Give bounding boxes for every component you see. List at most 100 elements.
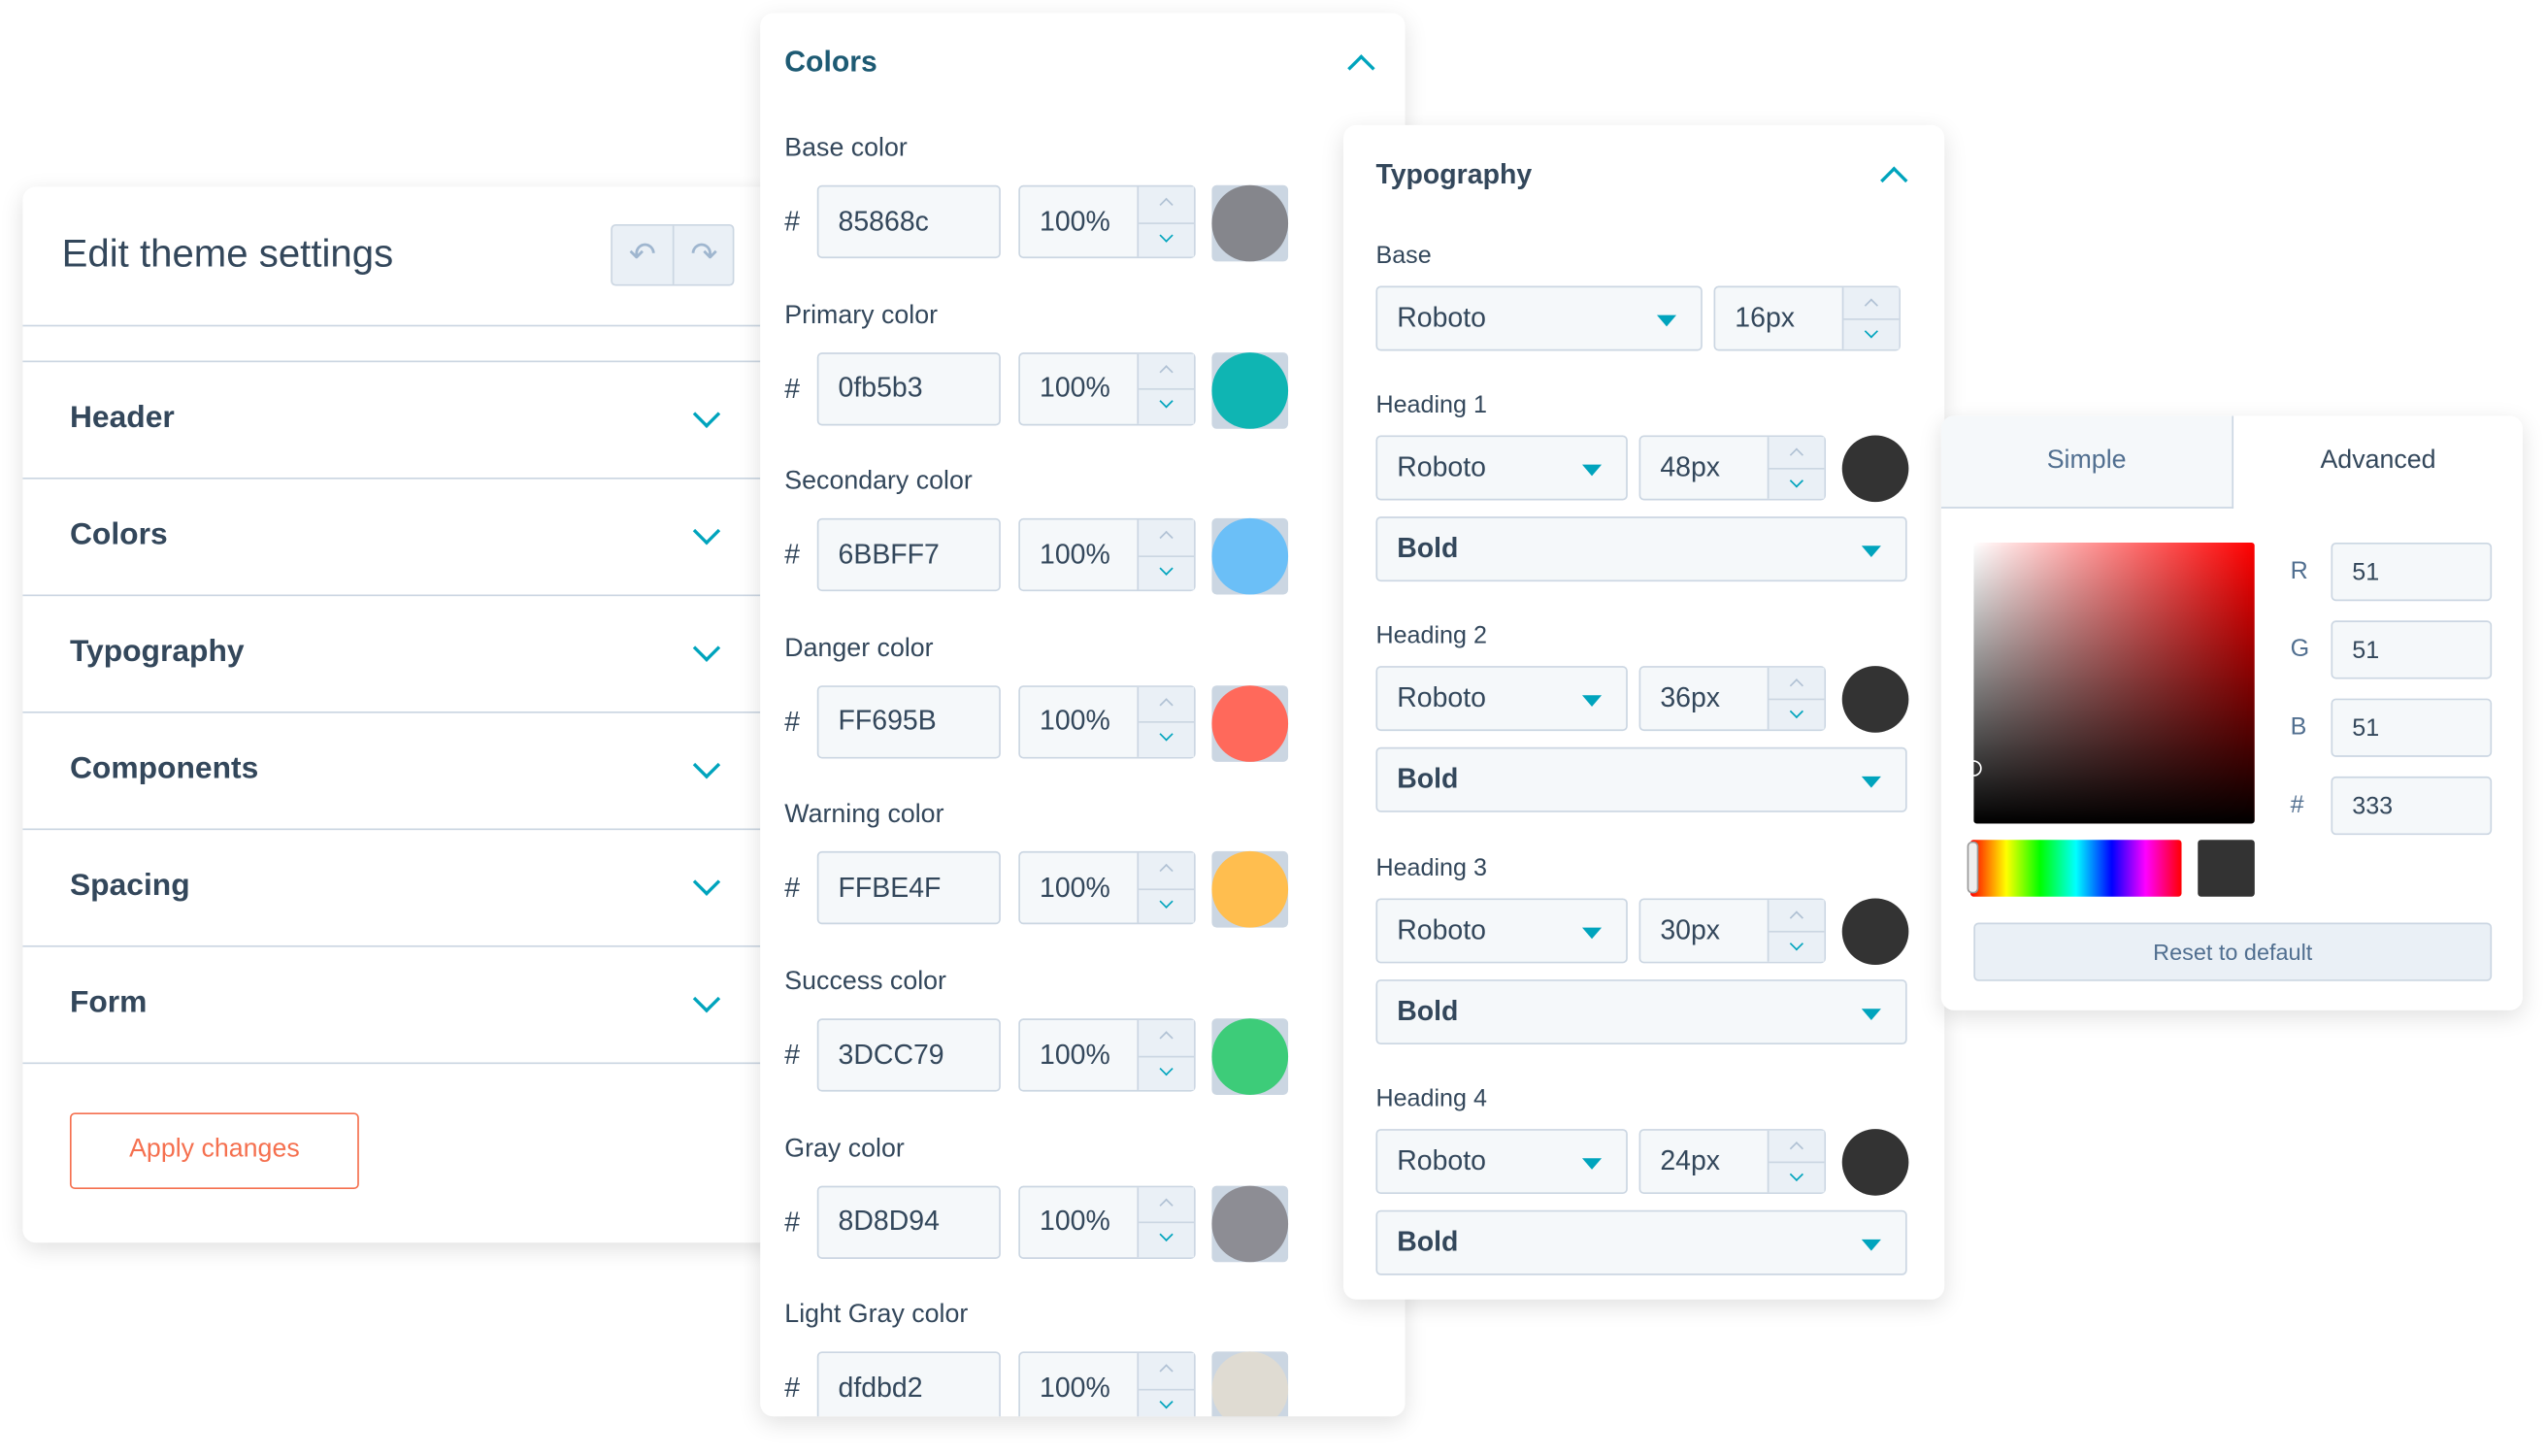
- heading-font-select[interactable]: Roboto: [1375, 1128, 1628, 1194]
- stepper[interactable]: [1767, 668, 1825, 731]
- section-spacing[interactable]: Spacing: [22, 830, 760, 945]
- increment-button[interactable]: [1139, 687, 1194, 722]
- opacity-input[interactable]: 100%: [1018, 851, 1196, 925]
- heading-weight-select[interactable]: Bold: [1375, 1209, 1907, 1275]
- undo-button[interactable]: ↶: [612, 225, 675, 284]
- hue-slider-handle[interactable]: [1967, 841, 1979, 894]
- tab-advanced[interactable]: Advanced: [2233, 415, 2523, 508]
- stepper[interactable]: [1137, 686, 1195, 759]
- stepper[interactable]: [1137, 853, 1195, 925]
- section-header[interactable]: Header: [22, 362, 760, 478]
- increment-button[interactable]: [1139, 853, 1194, 888]
- red-input[interactable]: 51: [2331, 542, 2493, 602]
- decrement-button[interactable]: [1139, 221, 1195, 258]
- base-size-input[interactable]: 16px: [1713, 285, 1901, 351]
- hex-input[interactable]: 0fb5b3: [816, 351, 1001, 425]
- decrement-button[interactable]: [1139, 1054, 1195, 1092]
- heading-size-input[interactable]: 48px: [1638, 435, 1827, 501]
- stepper[interactable]: [1137, 1019, 1195, 1092]
- decrement-button[interactable]: [1769, 930, 1825, 962]
- heading-color-swatch[interactable]: [1841, 435, 1909, 503]
- size-stepper[interactable]: [1841, 287, 1900, 350]
- section-form[interactable]: Form: [22, 947, 760, 1063]
- increment-button[interactable]: [1769, 899, 1824, 930]
- section-colors[interactable]: Colors: [22, 480, 760, 595]
- stepper[interactable]: [1767, 437, 1825, 500]
- heading-weight-select[interactable]: Bold: [1375, 516, 1907, 582]
- heading-font-select[interactable]: Roboto: [1375, 666, 1628, 732]
- decrement-button[interactable]: [1139, 721, 1195, 759]
- opacity-input[interactable]: 100%: [1018, 684, 1196, 759]
- color-swatch-button[interactable]: [1211, 1184, 1289, 1262]
- increment-button[interactable]: [1139, 1020, 1194, 1055]
- opacity-input[interactable]: 100%: [1018, 1184, 1196, 1259]
- hex-input[interactable]: 3DCC79: [816, 1018, 1001, 1092]
- decrement-button[interactable]: [1843, 318, 1900, 350]
- opacity-input[interactable]: 100%: [1018, 184, 1196, 259]
- heading-size-input[interactable]: 30px: [1638, 897, 1827, 963]
- hex-input[interactable]: dfdbd2: [816, 1351, 1001, 1417]
- heading-weight-select[interactable]: Bold: [1375, 978, 1907, 1044]
- color-swatch-button[interactable]: [1211, 1018, 1289, 1095]
- decrement-button[interactable]: [1139, 888, 1195, 925]
- stepper[interactable]: [1137, 1353, 1195, 1417]
- decrement-button[interactable]: [1139, 388, 1195, 425]
- increment-button[interactable]: [1139, 353, 1194, 388]
- hue-slider[interactable]: [1967, 840, 2182, 897]
- stepper[interactable]: [1137, 519, 1195, 592]
- stepper[interactable]: [1137, 186, 1195, 258]
- picker-handle[interactable]: [1965, 760, 1982, 777]
- color-swatch-button[interactable]: [1211, 518, 1289, 595]
- heading-font-select[interactable]: Roboto: [1375, 897, 1628, 963]
- stepper[interactable]: [1137, 353, 1195, 425]
- base-font-select[interactable]: Roboto: [1375, 285, 1703, 351]
- reset-to-default-button[interactable]: Reset to default: [1973, 922, 2493, 981]
- heading-size-input[interactable]: 24px: [1638, 1128, 1827, 1194]
- opacity-input[interactable]: 100%: [1018, 351, 1196, 425]
- decrement-button[interactable]: [1139, 1388, 1195, 1416]
- increment-button[interactable]: [1769, 668, 1824, 699]
- increment-button[interactable]: [1769, 1131, 1824, 1162]
- decrement-button[interactable]: [1769, 699, 1825, 731]
- opacity-input[interactable]: 100%: [1018, 518, 1196, 592]
- opacity-input[interactable]: 100%: [1018, 1018, 1196, 1092]
- increment-button[interactable]: [1139, 186, 1194, 221]
- hex-input[interactable]: FFBE4F: [816, 851, 1001, 925]
- saturation-brightness-area[interactable]: [1965, 542, 2255, 824]
- opacity-input[interactable]: 100%: [1018, 1351, 1196, 1417]
- increment-button[interactable]: [1139, 1353, 1194, 1388]
- heading-color-swatch[interactable]: [1841, 666, 1909, 734]
- color-swatch-button[interactable]: [1211, 184, 1289, 262]
- color-swatch-button[interactable]: [1211, 851, 1289, 929]
- heading-font-select[interactable]: Roboto: [1375, 435, 1628, 501]
- tab-simple[interactable]: Simple: [1940, 415, 2234, 509]
- blue-input[interactable]: 51: [2331, 698, 2493, 757]
- stepper[interactable]: [1137, 1186, 1195, 1259]
- stepper[interactable]: [1767, 899, 1825, 962]
- decrement-button[interactable]: [1769, 1161, 1825, 1193]
- hex-input[interactable]: 6BBFF7: [816, 518, 1001, 592]
- increment-button[interactable]: [1139, 520, 1194, 555]
- increment-button[interactable]: [1843, 287, 1899, 318]
- heading-size-input[interactable]: 36px: [1638, 666, 1827, 732]
- hex-input[interactable]: 85868c: [816, 184, 1001, 259]
- heading-color-swatch[interactable]: [1841, 897, 1909, 965]
- decrement-button[interactable]: [1139, 1221, 1195, 1259]
- increment-button[interactable]: [1769, 437, 1824, 468]
- increment-button[interactable]: [1139, 1187, 1194, 1222]
- stepper[interactable]: [1767, 1130, 1825, 1193]
- heading-weight-select[interactable]: Bold: [1375, 747, 1907, 813]
- section-components[interactable]: Components: [22, 713, 760, 829]
- decrement-button[interactable]: [1769, 467, 1825, 500]
- color-swatch-button[interactable]: [1211, 684, 1289, 762]
- section-typography[interactable]: Typography: [22, 596, 760, 711]
- heading-color-swatch[interactable]: [1841, 1128, 1909, 1196]
- decrement-button[interactable]: [1139, 554, 1195, 592]
- redo-button[interactable]: ↷: [675, 226, 735, 284]
- green-input[interactable]: 51: [2331, 620, 2493, 679]
- hex-input[interactable]: FF695B: [816, 684, 1001, 759]
- hex-input[interactable]: 333: [2331, 776, 2493, 836]
- hex-input[interactable]: 8D8D94: [816, 1184, 1001, 1259]
- chevron-up-icon[interactable]: [1347, 54, 1375, 83]
- chevron-up-icon[interactable]: [1880, 166, 1908, 194]
